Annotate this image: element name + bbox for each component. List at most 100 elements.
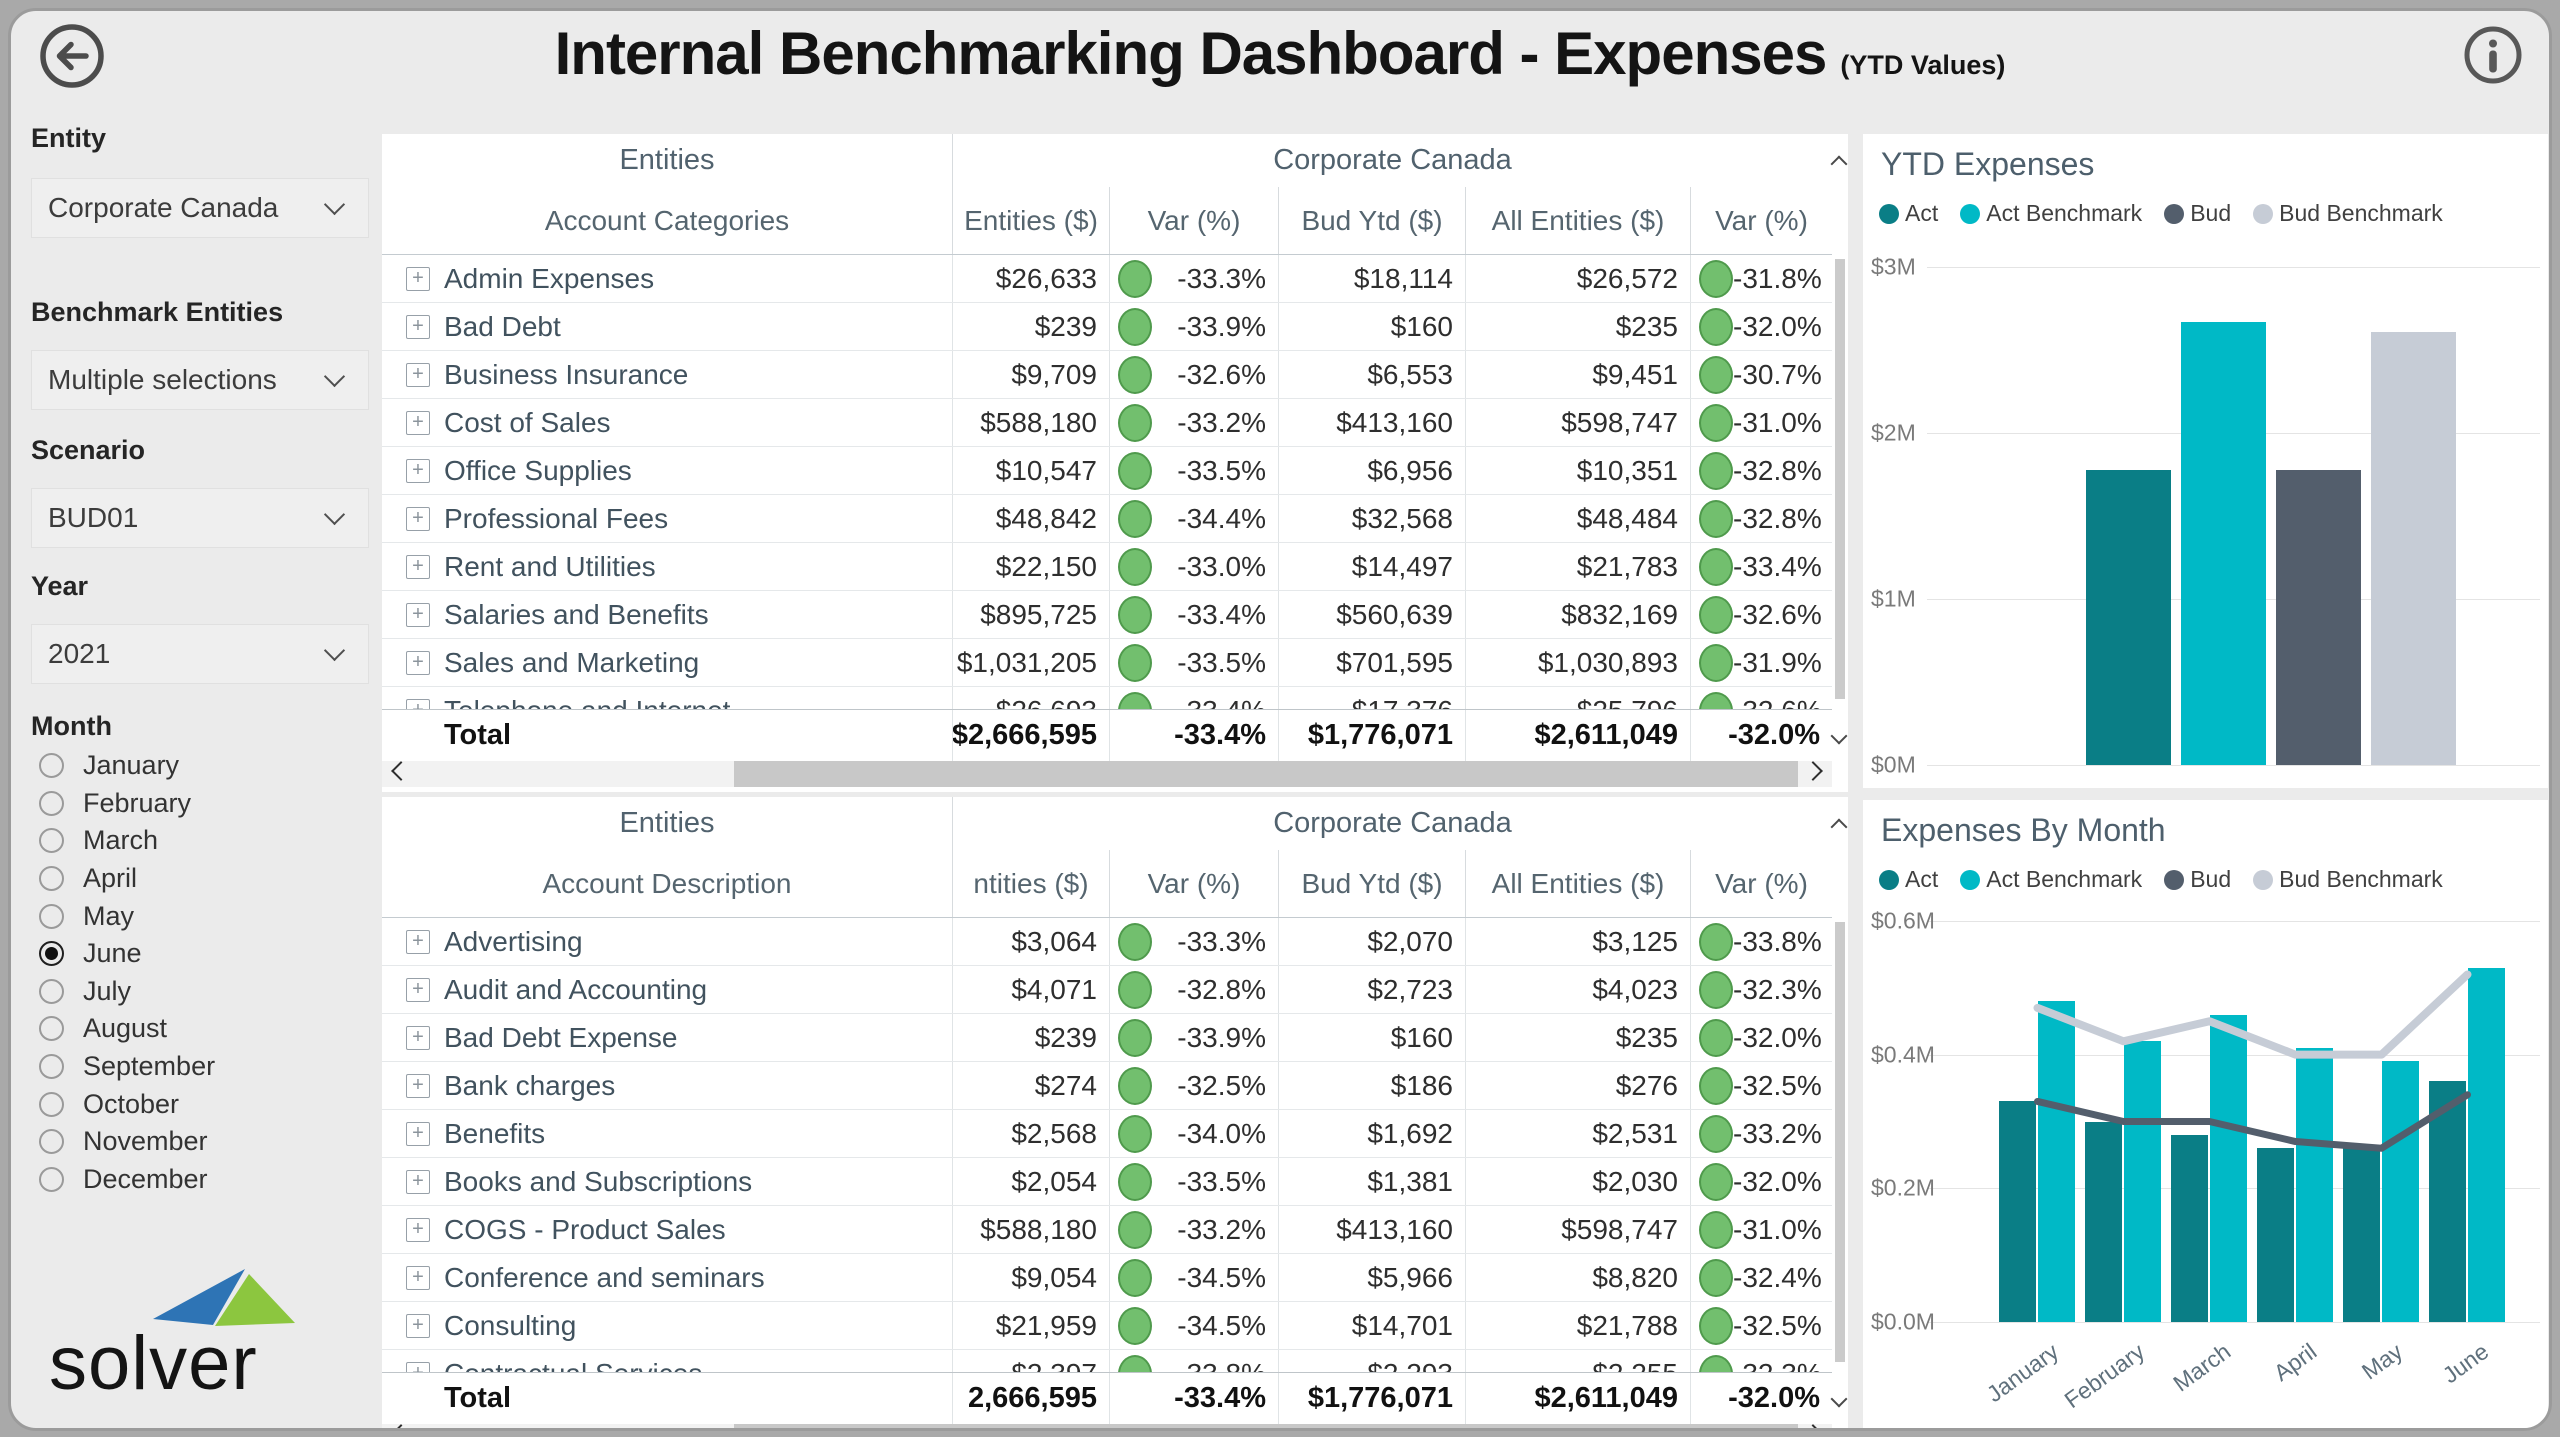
horizontal-scrollbar[interactable] <box>382 761 1832 787</box>
expand-row-icon[interactable]: + <box>406 1314 430 1338</box>
bar-act[interactable] <box>2171 1135 2208 1322</box>
bar-act[interactable] <box>2343 1148 2380 1322</box>
scroll-down-icon[interactable] <box>1831 1391 1848 1408</box>
bar-act-benchmark[interactable] <box>2468 968 2505 1322</box>
table-row[interactable]: + COGS - Product Sales $588,180 -33.2% $… <box>382 1206 1832 1254</box>
expand-row-icon[interactable]: + <box>406 651 430 675</box>
table-row[interactable]: + Salaries and Benefits $895,725 -33.4% … <box>382 591 1832 639</box>
column-header[interactable]: Bud Ytd ($) <box>1278 850 1465 917</box>
month-radio-option[interactable]: September <box>31 1048 361 1086</box>
column-header[interactable]: Var (%) <box>1109 850 1278 917</box>
bar-act-benchmark[interactable] <box>2296 1048 2333 1322</box>
expand-row-icon[interactable]: + <box>406 930 430 954</box>
column-header[interactable]: ntities ($) <box>952 850 1109 917</box>
bar-act-benchmark[interactable] <box>2038 1001 2075 1322</box>
legend-item[interactable]: Act Benchmark <box>1960 866 2142 893</box>
expand-row-icon[interactable]: + <box>406 1362 430 1373</box>
bar-act[interactable] <box>2429 1081 2466 1322</box>
expand-row-icon[interactable]: + <box>406 1122 430 1146</box>
column-header[interactable]: Account Description <box>382 850 952 917</box>
expand-row-icon[interactable]: + <box>406 555 430 579</box>
info-button[interactable] <box>2461 23 2525 90</box>
expand-row-icon[interactable]: + <box>406 1266 430 1290</box>
table-row[interactable]: + Professional Fees $48,842 -34.4% $32,5… <box>382 495 1832 543</box>
table-row[interactable]: + Admin Expenses $26,633 -33.3% $18,114 … <box>382 255 1832 303</box>
scenario-dropdown[interactable]: BUD01 <box>31 488 369 548</box>
expand-row-icon[interactable]: + <box>406 267 430 291</box>
scroll-left-icon[interactable] <box>391 1424 411 1431</box>
table-row[interactable]: + Cost of Sales $588,180 -33.2% $413,160… <box>382 399 1832 447</box>
expand-row-icon[interactable]: + <box>406 699 430 710</box>
bar-act[interactable] <box>2085 1122 2122 1323</box>
benchmark-entities-dropdown[interactable]: Multiple selections <box>31 350 369 410</box>
expand-row-icon[interactable]: + <box>406 363 430 387</box>
expand-row-icon[interactable]: + <box>406 459 430 483</box>
scroll-right-icon[interactable] <box>1803 1424 1823 1431</box>
column-header[interactable]: Bud Ytd ($) <box>1278 187 1465 254</box>
table-row[interactable]: + Rent and Utilities $22,150 -33.0% $14,… <box>382 543 1832 591</box>
table-row[interactable]: + Audit and Accounting $4,071 -32.8% $2,… <box>382 966 1832 1014</box>
horizontal-scroll-thumb[interactable] <box>734 761 1798 787</box>
expand-row-icon[interactable]: + <box>406 411 430 435</box>
year-dropdown[interactable]: 2021 <box>31 624 369 684</box>
bar-act[interactable] <box>2086 470 2171 765</box>
bar-act-benchmark[interactable] <box>2124 1041 2161 1322</box>
column-header[interactable]: Account Categories <box>382 187 952 254</box>
month-radio-option[interactable]: October <box>31 1085 361 1123</box>
month-radio-option[interactable]: January <box>31 747 361 785</box>
vertical-scrollbar[interactable] <box>1832 797 1848 1414</box>
horizontal-scrollbar[interactable] <box>382 1424 1832 1431</box>
month-radio-option[interactable]: April <box>31 860 361 898</box>
bar-act[interactable] <box>2257 1148 2294 1322</box>
table-row[interactable]: + Bad Debt Expense $239 -33.9% $160 $235… <box>382 1014 1832 1062</box>
legend-item[interactable]: Bud <box>2164 866 2231 893</box>
expand-row-icon[interactable]: + <box>406 1218 430 1242</box>
month-radio-option[interactable]: July <box>31 973 361 1011</box>
expand-row-icon[interactable]: + <box>406 1026 430 1050</box>
legend-item[interactable]: Bud Benchmark <box>2253 200 2443 227</box>
month-radio-option[interactable]: March <box>31 822 361 860</box>
horizontal-scroll-thumb[interactable] <box>734 1424 1798 1431</box>
column-header[interactable]: All Entities ($) <box>1465 187 1690 254</box>
month-radio-option[interactable]: November <box>31 1123 361 1161</box>
vertical-scroll-thumb[interactable] <box>1835 259 1845 699</box>
expand-row-icon[interactable]: + <box>406 1074 430 1098</box>
entity-dropdown[interactable]: Corporate Canada <box>31 178 369 238</box>
table-row[interactable]: + Conference and seminars $9,054 -34.5% … <box>382 1254 1832 1302</box>
table-row[interactable]: + Business Insurance $9,709 -32.6% $6,55… <box>382 351 1832 399</box>
month-radio-option[interactable]: June <box>31 935 361 973</box>
expand-row-icon[interactable]: + <box>406 1170 430 1194</box>
month-radio-option[interactable]: May <box>31 897 361 935</box>
table-row[interactable]: + Contractual Services $2,397 -33.8% $2,… <box>382 1350 1832 1372</box>
legend-item[interactable]: Bud <box>2164 200 2231 227</box>
month-radio-option[interactable]: February <box>31 785 361 823</box>
table-row[interactable]: + Office Supplies $10,547 -33.5% $6,956 … <box>382 447 1832 495</box>
table-row[interactable]: + Bank charges $274 -32.5% $186 $276 -32… <box>382 1062 1832 1110</box>
expand-row-icon[interactable]: + <box>406 507 430 531</box>
month-radio-option[interactable]: December <box>31 1161 361 1199</box>
vertical-scrollbar[interactable] <box>1832 134 1848 766</box>
legend-item[interactable]: Bud Benchmark <box>2253 866 2443 893</box>
expand-row-icon[interactable]: + <box>406 603 430 627</box>
expand-row-icon[interactable]: + <box>406 315 430 339</box>
month-radio-option[interactable]: August <box>31 1010 361 1048</box>
table-row[interactable]: + Consulting $21,959 -34.5% $14,701 $21,… <box>382 1302 1832 1350</box>
column-header[interactable]: Var (%) <box>1690 850 1832 917</box>
legend-item[interactable]: Act <box>1879 866 1938 893</box>
scroll-left-icon[interactable] <box>391 761 411 781</box>
scroll-right-icon[interactable] <box>1803 761 1823 781</box>
scroll-up-icon[interactable] <box>1831 819 1848 836</box>
vertical-scroll-thumb[interactable] <box>1835 922 1845 1362</box>
column-header[interactable]: Entities ($) <box>952 187 1109 254</box>
bar-act-benchmark[interactable] <box>2181 322 2266 765</box>
table-row[interactable]: + Books and Subscriptions $2,054 -33.5% … <box>382 1158 1832 1206</box>
scroll-down-icon[interactable] <box>1831 728 1848 745</box>
legend-item[interactable]: Act <box>1879 200 1938 227</box>
scroll-up-icon[interactable] <box>1831 156 1848 173</box>
column-header[interactable]: Var (%) <box>1109 187 1278 254</box>
bar-bud-benchmark[interactable] <box>2371 332 2456 765</box>
table-row[interactable]: + Sales and Marketing $1,031,205 -33.5% … <box>382 639 1832 687</box>
table-row[interactable]: + Advertising $3,064 -33.3% $2,070 $3,12… <box>382 918 1832 966</box>
column-header[interactable]: Var (%) <box>1690 187 1832 254</box>
column-header[interactable]: All Entities ($) <box>1465 850 1690 917</box>
